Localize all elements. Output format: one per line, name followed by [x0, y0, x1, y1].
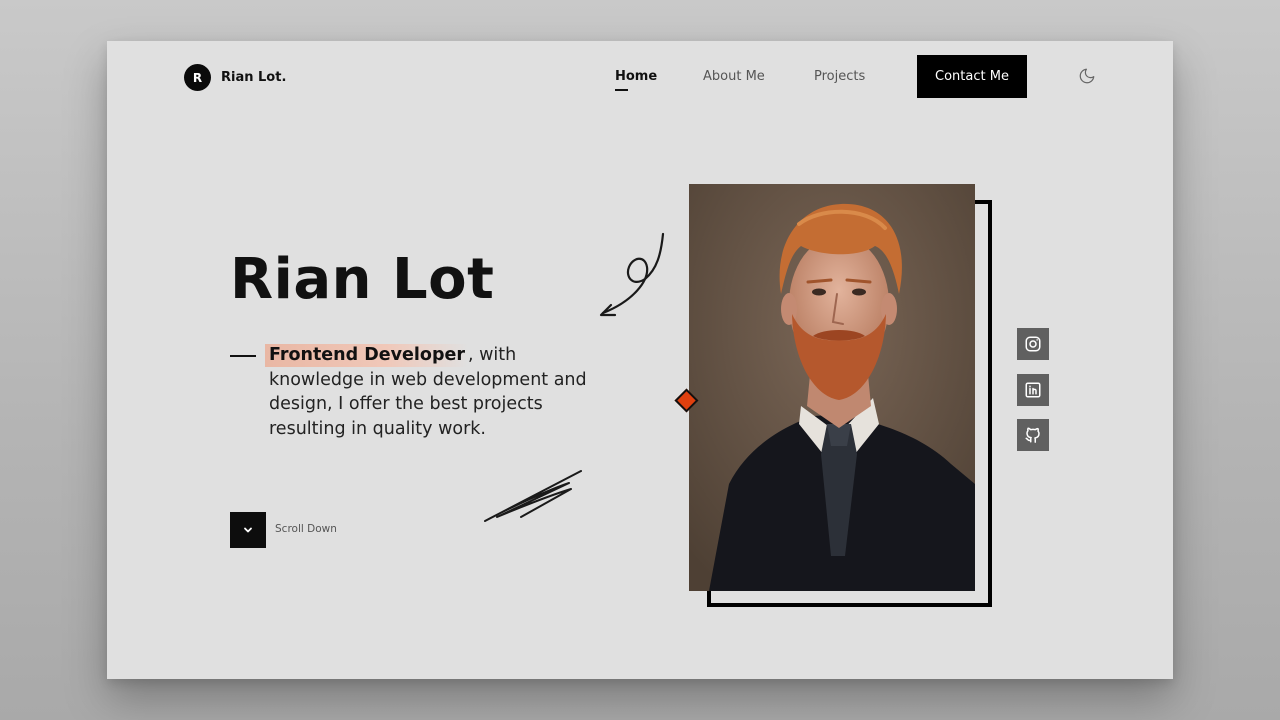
moon-icon[interactable] [1078, 67, 1096, 85]
dash-divider [230, 355, 256, 357]
page-card: R Rian Lot. Home About Me Projects Conta… [107, 41, 1173, 679]
logo-name: Rian Lot. [221, 70, 287, 85]
instagram-icon [1025, 336, 1041, 352]
nav-home[interactable]: Home [615, 69, 657, 84]
linkedin-icon [1025, 382, 1041, 398]
hero-description: Frontend Developer, with knowledge in we… [265, 343, 614, 441]
scroll-down-label: Scroll Down [275, 523, 337, 535]
contact-me-button[interactable]: Contact Me [917, 55, 1027, 98]
scribble-icon [484, 470, 582, 522]
logo-badge: R [184, 64, 211, 91]
scroll-down-button[interactable] [230, 512, 266, 548]
linkedin-button[interactable] [1017, 374, 1049, 406]
github-icon [1025, 427, 1040, 443]
nav-projects[interactable]: Projects [814, 69, 865, 84]
hero-title: Rian Lot [230, 247, 495, 312]
instagram-button[interactable] [1017, 328, 1049, 360]
logo[interactable]: R Rian Lot. [184, 64, 286, 91]
nav-active-indicator [615, 89, 628, 91]
curly-arrow-icon [599, 232, 665, 317]
chevron-down-icon [244, 527, 252, 533]
portrait-photo [689, 184, 975, 591]
nav-about-me[interactable]: About Me [703, 69, 765, 84]
role-highlight: Frontend Developer [265, 344, 468, 367]
github-button[interactable] [1017, 419, 1049, 451]
